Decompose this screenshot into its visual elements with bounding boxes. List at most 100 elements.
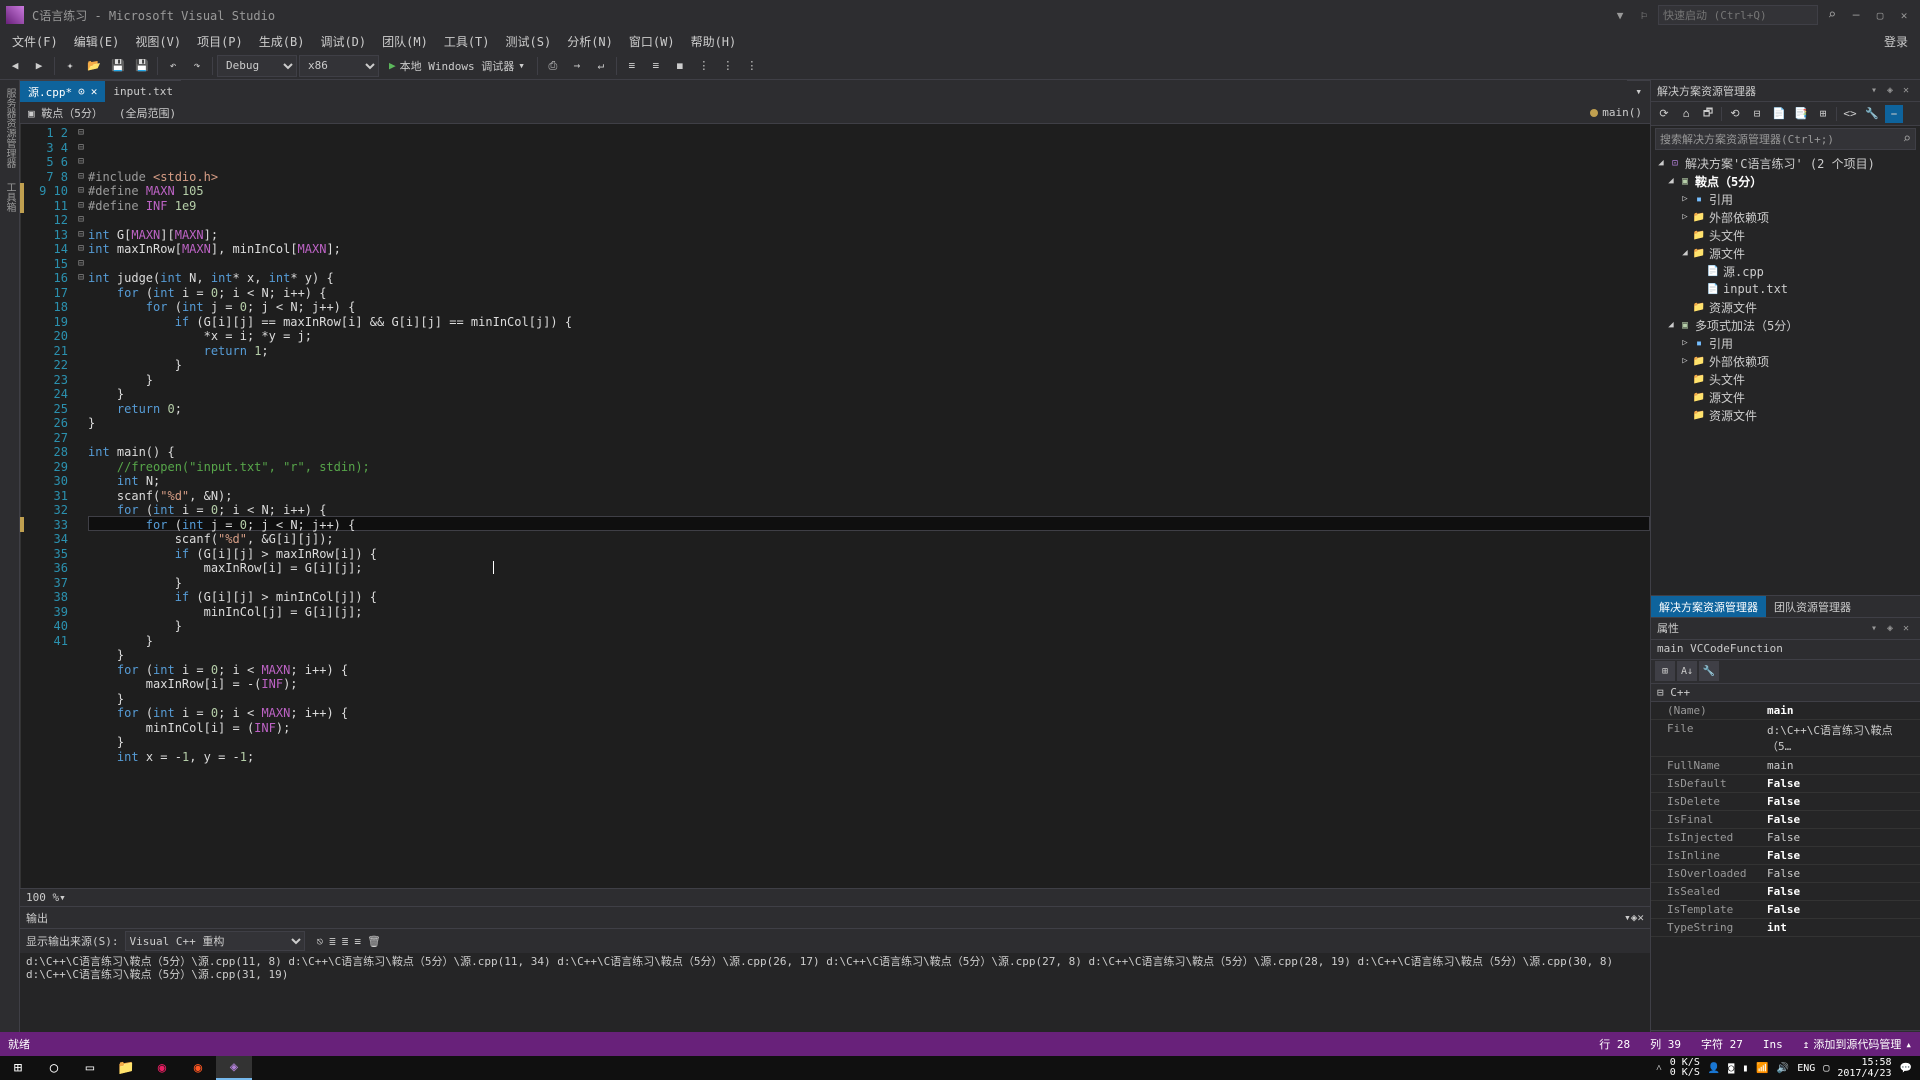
solution-root[interactable]: ◢⊡解决方案'C语言练习' (2 个项目) — [1651, 154, 1920, 172]
language-indicator[interactable]: ENG — [1797, 1063, 1815, 1074]
dropdown-icon[interactable]: ▾ — [1624, 911, 1631, 924]
tree-folder[interactable]: ▷📁外部依赖项 — [1651, 208, 1920, 226]
property-row[interactable]: (Name)main — [1651, 702, 1920, 720]
tb-icon[interactable]: ≡ — [621, 55, 643, 77]
save-icon[interactable]: 💾 — [107, 55, 129, 77]
tree-file[interactable]: 📄源.cpp — [1651, 262, 1920, 280]
menu-tools[interactable]: 工具(T) — [436, 30, 498, 53]
property-row[interactable]: IsOverloadedFalse — [1651, 865, 1920, 883]
property-row[interactable]: IsInlineFalse — [1651, 847, 1920, 865]
tb-icon[interactable]: ⋮ — [693, 55, 715, 77]
tree-folder[interactable]: 📁头文件 — [1651, 226, 1920, 244]
nav-back-icon[interactable]: ◀ — [4, 55, 26, 77]
function-combo[interactable]: main() — [1582, 106, 1650, 119]
code-content[interactable]: #include <stdio.h> #define MAXN 105 #def… — [88, 124, 1650, 888]
notification-icon[interactable]: ⚐ — [1634, 5, 1654, 25]
fold-column[interactable]: ⊟ ⊟ ⊟ ⊟ ⊟ ⊟ ⊟ ⊟ ⊟ ⊟ ⊟ — [74, 124, 88, 888]
tb-icon[interactable]: ⋮ — [741, 55, 763, 77]
add-to-source-control[interactable]: ↥添加到源代码管理▴ — [1803, 1036, 1912, 1052]
menu-help[interactable]: 帮助(H) — [683, 30, 745, 53]
tb-icon[interactable]: ≣ — [329, 935, 336, 948]
property-row[interactable]: Filed:\C++\C语言练习\鞍点（5… — [1651, 720, 1920, 757]
output-source-select[interactable]: Visual C++ 重构 — [125, 931, 305, 951]
dropdown-icon[interactable]: ▾ — [1866, 83, 1882, 99]
redo-icon[interactable]: ↷ — [186, 55, 208, 77]
property-row[interactable]: IsTemplateFalse — [1651, 901, 1920, 919]
tree-folder[interactable]: 📁源文件 — [1651, 388, 1920, 406]
login-button[interactable]: 登录 — [1876, 30, 1916, 53]
menu-debug[interactable]: 调试(D) — [312, 30, 374, 53]
project-crumb[interactable]: ▣ 鞍点（5分） — [20, 105, 111, 121]
props-category[interactable]: ⊟ C++ — [1651, 684, 1920, 702]
solution-tree[interactable]: ◢⊡解决方案'C语言练习' (2 个项目)◢▣鞍点（5分）▷▪引用▷📁外部依赖项… — [1651, 152, 1920, 595]
tb-icon[interactable]: ◼ — [669, 55, 691, 77]
categorize-icon[interactable]: ⊞ — [1655, 661, 1675, 681]
props-icon[interactable]: 🔧 — [1699, 661, 1719, 681]
cortana-icon[interactable]: ○ — [36, 1056, 72, 1080]
quick-launch-input[interactable] — [1658, 5, 1818, 25]
ime-icon[interactable]: ▢ — [1823, 1063, 1829, 1074]
close-tab-icon[interactable]: ✕ — [91, 85, 98, 98]
tray-icon[interactable]: ◙ — [1728, 1063, 1734, 1074]
start-button[interactable]: ⊞ — [0, 1056, 36, 1080]
project-node[interactable]: ◢▣多项式加法（5分） — [1651, 316, 1920, 334]
tree-folder[interactable]: ▷▪引用 — [1651, 190, 1920, 208]
file-explorer-icon[interactable]: 📁 — [108, 1056, 144, 1080]
undo-icon[interactable]: ↶ — [162, 55, 184, 77]
start-debug-button[interactable]: ▶本地 Windows 调试器▾ — [381, 58, 533, 74]
minimize-icon[interactable]: ─ — [1846, 5, 1866, 25]
pin-icon[interactable]: ◈ — [1882, 620, 1898, 636]
dropdown-icon[interactable]: ▾ — [1866, 620, 1882, 636]
property-row[interactable]: IsDeleteFalse — [1651, 793, 1920, 811]
explorer-tab[interactable]: 解决方案资源管理器 — [1651, 596, 1766, 617]
volume-icon[interactable]: 🔊 — [1777, 1063, 1789, 1074]
tb-icon[interactable]: ⎯ — [1885, 105, 1903, 123]
home-icon[interactable]: ⌂ — [1677, 105, 1695, 123]
tab-dropdown-icon[interactable]: ▾ — [1627, 80, 1650, 102]
save-all-icon[interactable]: 💾 — [131, 55, 153, 77]
collapse-icon[interactable]: ⊟ — [1748, 105, 1766, 123]
notifications-icon[interactable]: 💬 — [1900, 1063, 1912, 1074]
home-icon[interactable]: ⟳ — [1655, 105, 1673, 123]
property-row[interactable]: TypeStringint — [1651, 919, 1920, 937]
vs-taskbar-icon[interactable]: ◈ — [216, 1056, 252, 1080]
menu-team[interactable]: 团队(M) — [374, 30, 436, 53]
tree-folder[interactable]: ◢📁源文件 — [1651, 244, 1920, 262]
tb-icon[interactable]: ↵ — [590, 55, 612, 77]
menu-project[interactable]: 项目(P) — [189, 30, 251, 53]
task-view-icon[interactable]: ▭ — [72, 1056, 108, 1080]
property-row[interactable]: FullNamemain — [1651, 757, 1920, 775]
close-icon[interactable]: ✕ — [1894, 5, 1914, 25]
clock[interactable]: 15:582017/4/23 — [1837, 1057, 1891, 1079]
property-row[interactable]: IsSealedFalse — [1651, 883, 1920, 901]
close-panel-icon[interactable]: ✕ — [1898, 620, 1914, 636]
menu-test[interactable]: 测试(S) — [498, 30, 560, 53]
property-row[interactable]: IsDefaultFalse — [1651, 775, 1920, 793]
app-icon[interactable]: ◉ — [180, 1056, 216, 1080]
tb-icon[interactable]: ⎋ — [317, 935, 324, 948]
pin-icon[interactable]: ◈ — [1631, 911, 1638, 924]
server-explorer-tab[interactable]: 服务器资源管理器 — [0, 84, 19, 172]
tree-folder[interactable]: 📁资源文件 — [1651, 298, 1920, 316]
pin-icon[interactable]: ⊙ — [78, 85, 85, 98]
tb-icon[interactable]: ⋮ — [717, 55, 739, 77]
wifi-icon[interactable]: 📶 — [1756, 1063, 1768, 1074]
tb-icon[interactable]: ≡ — [354, 935, 361, 948]
menu-analyze[interactable]: 分析(N) — [559, 30, 621, 53]
sync-icon[interactable]: 🗗 — [1699, 105, 1717, 123]
properties-grid[interactable]: ⊟ C++(Name)mainFiled:\C++\C语言练习\鞍点（5…Ful… — [1651, 684, 1920, 1031]
tree-folder[interactable]: 📁头文件 — [1651, 370, 1920, 388]
people-icon[interactable]: 👤 — [1708, 1063, 1720, 1074]
app-icon[interactable]: ◉ — [144, 1056, 180, 1080]
menu-build[interactable]: 生成(B) — [251, 30, 313, 53]
tray-chevron-icon[interactable]: ˄ — [1656, 1063, 1662, 1074]
code-editor[interactable]: 1 2 3 4 5 6 7 8 9 10 11 12 13 14 15 16 1… — [20, 124, 1650, 888]
tree-folder[interactable]: ▷📁外部依赖项 — [1651, 352, 1920, 370]
platform-select[interactable]: x86 — [299, 55, 379, 77]
tree-folder[interactable]: 📁资源文件 — [1651, 406, 1920, 424]
maximize-icon[interactable]: ▢ — [1870, 5, 1890, 25]
property-row[interactable]: IsInjectedFalse — [1651, 829, 1920, 847]
search-icon[interactable] — [1822, 5, 1842, 25]
properties-object[interactable]: main VCCodeFunction — [1651, 640, 1920, 660]
tb-icon[interactable]: → — [566, 55, 588, 77]
